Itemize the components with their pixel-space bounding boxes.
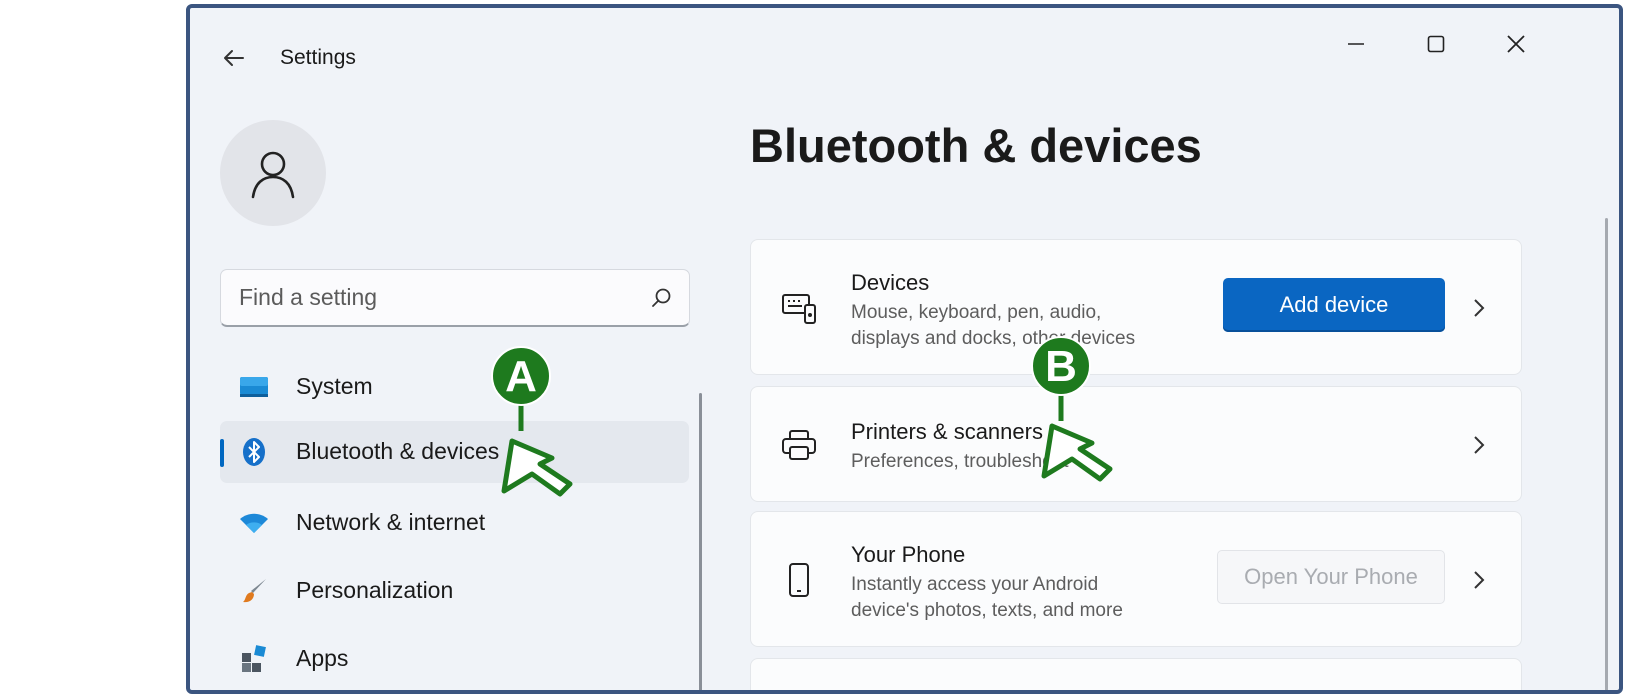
card-title: Printers & scanners: [851, 419, 1043, 444]
window-title: Settings: [280, 46, 356, 69]
minimize-icon: [1348, 43, 1364, 45]
search-icon: [652, 288, 671, 307]
annotation-marker-b: B: [1030, 336, 1122, 488]
sidebar-item-label: Network & internet: [296, 509, 486, 535]
card-desc-line2: device's photos, texts, and more: [851, 600, 1123, 621]
sidebar-scrollbar[interactable]: [699, 393, 702, 690]
maximize-icon: [1427, 35, 1445, 53]
settings-window: Settings Syst: [186, 4, 1623, 694]
search-box[interactable]: [220, 269, 690, 327]
page-title: Bluetooth & devices: [750, 119, 1202, 172]
devices-icon: [779, 288, 819, 328]
your-phone-card[interactable]: Your Phone Instantly access your Android…: [750, 511, 1522, 647]
card-desc-line1: Instantly access your Android: [851, 574, 1099, 595]
add-device-button[interactable]: Add device: [1223, 278, 1445, 332]
close-button[interactable]: [1491, 22, 1541, 66]
next-card-partial[interactable]: [750, 658, 1522, 690]
card-title: Your Phone: [851, 542, 966, 567]
annotation-label-b: B: [1045, 342, 1077, 391]
user-icon: [251, 151, 295, 199]
bluetooth-icon: [238, 436, 270, 468]
back-arrow-icon: [224, 50, 244, 66]
sidebar-item-system[interactable]: System: [220, 356, 689, 418]
back-button[interactable]: [218, 42, 250, 74]
apps-icon: [238, 643, 270, 675]
wifi-icon: [238, 507, 270, 539]
active-indicator: [220, 439, 224, 467]
devices-card[interactable]: Devices Mouse, keyboard, pen, audio, dis…: [750, 239, 1522, 375]
printers-card[interactable]: Printers & scanners Preferences, trouble…: [750, 386, 1522, 502]
paintbrush-icon: [238, 575, 270, 607]
maximize-button[interactable]: [1411, 22, 1461, 66]
chevron-right-icon: [1467, 568, 1491, 592]
sidebar-item-label: Personalization: [296, 577, 454, 603]
annotation-label-a: A: [505, 352, 537, 401]
close-icon: [1507, 35, 1525, 53]
main-scrollbar[interactable]: [1605, 218, 1608, 690]
search-input[interactable]: [221, 270, 631, 324]
search-button[interactable]: [645, 282, 677, 314]
sidebar-item-personalization[interactable]: Personalization: [220, 560, 689, 622]
card-title: Devices: [851, 270, 930, 295]
sidebar-item-network[interactable]: Network & internet: [220, 492, 689, 554]
chevron-right-icon: [1467, 296, 1491, 320]
system-monitor-icon: [238, 371, 270, 403]
minimize-button[interactable]: [1331, 22, 1381, 66]
avatar[interactable]: [220, 120, 326, 226]
sidebar-item-bluetooth[interactable]: Bluetooth & devices: [220, 421, 689, 483]
phone-icon: [779, 560, 819, 600]
chevron-right-icon: [1467, 433, 1491, 457]
open-your-phone-button[interactable]: Open Your Phone: [1217, 550, 1445, 604]
card-desc-line1: Mouse, keyboard, pen, audio,: [851, 302, 1102, 323]
sidebar-item-label: Apps: [296, 645, 349, 671]
sidebar-item-apps[interactable]: Apps: [220, 628, 689, 690]
sidebar-item-label: System: [296, 373, 373, 399]
printer-icon: [779, 425, 819, 465]
sidebar-item-label: Bluetooth & devices: [296, 438, 500, 464]
annotation-marker-a: A: [490, 346, 582, 498]
